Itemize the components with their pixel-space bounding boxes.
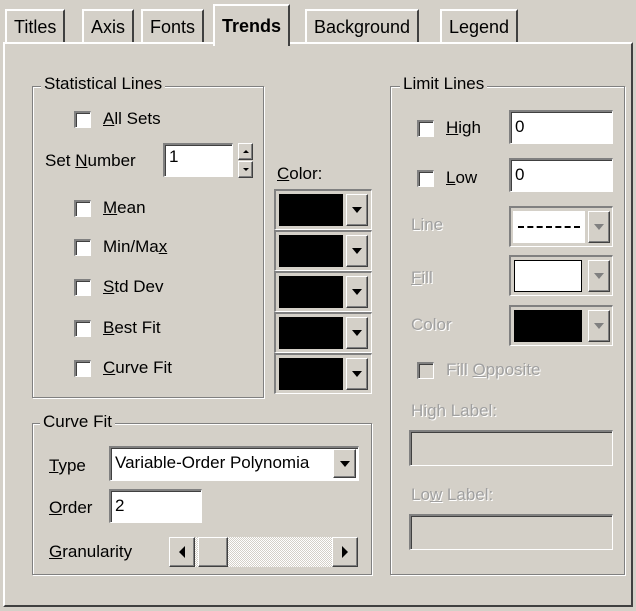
chevron-down-icon [352,207,362,213]
line-style-dropdown[interactable] [509,206,613,247]
type-label: Type [49,456,86,475]
color-label: Color: [277,164,323,183]
line-label: Line [411,215,444,234]
minmax-label: Min/Max [103,237,168,256]
set-number-label: Set Number [45,151,136,170]
type-select[interactable]: Variable-Order Polynomia [109,446,359,481]
arrow-up-icon [242,150,249,153]
all-sets-checkbox[interactable] [74,111,91,128]
panel-content: Statistical Lines All Sets Set Number 1 … [0,0,636,611]
color-swatch [279,317,343,349]
set-number-input[interactable]: 1 [163,143,233,177]
color-swatch [279,194,343,226]
type-dropdown-button[interactable] [333,449,356,478]
color-swatch [514,260,582,292]
fill-color-dropdown[interactable] [509,255,613,296]
dropdown-button[interactable] [346,276,368,308]
chevron-down-icon [352,330,362,336]
dropdown-button[interactable] [588,260,610,292]
dashed-line-icon [518,226,580,228]
limit-color-label: Color [411,315,452,334]
mean-color-dropdown[interactable] [274,189,372,230]
dropdown-button[interactable] [346,194,368,226]
color-swatch [279,235,343,267]
dropdown-button[interactable] [588,211,610,243]
spin-down-button[interactable] [238,161,253,178]
scroll-right-button[interactable] [332,537,358,567]
low-label-caption: Low Label: [411,485,494,504]
arrow-right-icon [342,546,348,558]
limit-color-dropdown[interactable] [509,305,613,346]
fill-label: Fill [411,268,433,287]
minmax-color-dropdown[interactable] [274,230,372,271]
chevron-down-icon [594,323,604,329]
spin-up-button[interactable] [238,143,253,160]
arrow-left-icon [179,546,185,558]
fill-opposite-label: Fill Opposite [446,360,541,379]
low-input[interactable]: 0 [509,158,613,192]
chevron-down-icon [352,371,362,377]
dropdown-button[interactable] [346,317,368,349]
std-dev-checkbox[interactable] [74,279,91,296]
best-fit-label: Best Fit [103,318,161,337]
order-label: Order [49,498,93,517]
curve-fit-title: Curve Fit [40,412,115,432]
best-fit-color-dropdown[interactable] [274,312,372,353]
chevron-down-icon [352,289,362,295]
high-checkbox[interactable] [417,120,434,137]
order-input[interactable]: 2 [109,489,202,523]
low-label: Low [446,168,478,187]
line-style-preview [513,211,585,243]
fill-opposite-checkbox[interactable] [417,362,434,379]
granularity-slider[interactable] [169,537,358,567]
chevron-down-icon [339,460,350,467]
dropdown-button[interactable] [346,235,368,267]
curve-fit-color-dropdown[interactable] [274,353,372,394]
chevron-down-icon [594,224,604,230]
granularity-label: Granularity [49,542,133,561]
limit-lines-title: Limit Lines [400,74,488,94]
scroll-left-button[interactable] [169,537,195,567]
statistical-lines-title: Statistical Lines [41,74,166,94]
dropdown-button[interactable] [588,310,610,342]
color-swatch [279,358,343,390]
chevron-down-icon [594,273,604,279]
slider-thumb[interactable] [198,537,228,567]
low-checkbox[interactable] [417,170,434,187]
high-input[interactable]: 0 [509,110,613,144]
minmax-checkbox[interactable] [74,239,91,256]
low-label-input[interactable] [409,514,613,550]
curve-fit-checkbox[interactable] [74,360,91,377]
std-dev-color-dropdown[interactable] [274,271,372,312]
best-fit-checkbox[interactable] [74,320,91,337]
dropdown-button[interactable] [346,358,368,390]
mean-checkbox[interactable] [74,200,91,217]
curve-fit-label: Curve Fit [103,358,172,377]
chevron-down-icon [352,248,362,254]
std-dev-label: Std Dev [103,277,164,296]
high-label-input[interactable] [409,430,613,466]
color-swatch [279,276,343,308]
color-swatch [514,310,582,342]
mean-label: Mean [103,198,146,217]
high-label-caption: High Label: [411,401,498,420]
all-sets-label: All Sets [103,109,161,128]
high-label: High [446,118,481,137]
arrow-down-icon [242,168,249,171]
